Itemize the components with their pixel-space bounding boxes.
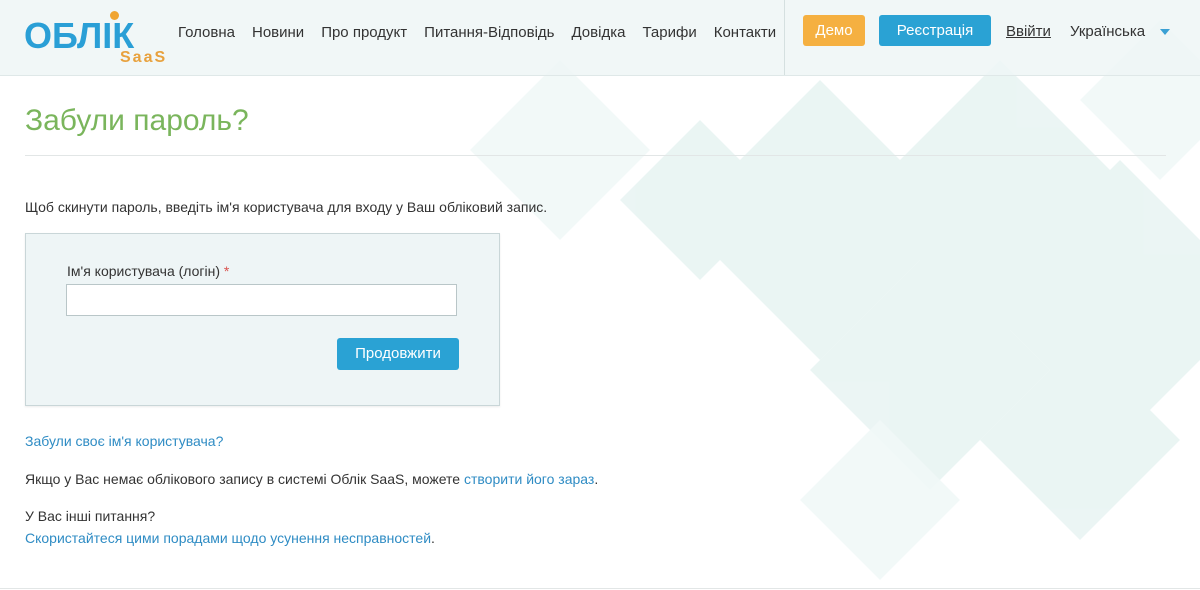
chevron-down-icon[interactable] — [1160, 29, 1170, 35]
main-nav: Головна Новини Про продукт Питання-Відпо… — [178, 24, 793, 41]
header-divider — [784, 0, 785, 75]
intro-text: Щоб скинути пароль, введіть ім'я користу… — [25, 199, 548, 215]
nav-item-news[interactable]: Новини — [252, 24, 304, 41]
troubleshooting-tips-link[interactable]: Скористайтеся цими порадами щодо усуненн… — [25, 530, 431, 546]
logo-main-text: ОБЛІК — [24, 15, 135, 56]
nav-item-contacts[interactable]: Контакти — [714, 24, 776, 41]
username-input[interactable] — [66, 284, 457, 316]
title-divider — [25, 155, 1166, 156]
nav-item-home[interactable]: Головна — [178, 24, 235, 41]
logo-sub-text: SaaS — [120, 49, 168, 66]
other-questions-text: У Вас інші питання? — [25, 508, 156, 524]
tips-suffix: . — [431, 530, 435, 546]
top-header: ОБЛІК SaaS Головна Новини Про продукт Пи… — [0, 0, 1200, 76]
create-account-link[interactable]: створити його зараз — [464, 471, 594, 487]
forgot-username-link[interactable]: Забули своє ім'я користувача? — [25, 433, 223, 449]
nav-item-help[interactable]: Довідка — [571, 24, 625, 41]
page-title: Забули пароль? — [25, 104, 249, 137]
nav-item-faq[interactable]: Питання-Відповідь — [424, 24, 554, 41]
register-button[interactable]: Реєстрація — [879, 15, 991, 46]
tips-line: Скористайтеся цими порадами щодо усуненн… — [25, 530, 435, 546]
language-selector[interactable]: Українська — [1070, 23, 1145, 40]
main-content: Забули пароль? Щоб скинути пароль, введі… — [0, 0, 1200, 590]
no-account-suffix: . — [594, 471, 599, 487]
required-mark: * — [223, 263, 230, 279]
nav-item-about[interactable]: Про продукт — [321, 24, 407, 41]
continue-button[interactable]: Продовжити — [337, 338, 459, 370]
no-account-prefix: Якщо у Вас немає облікового запису в сис… — [25, 471, 464, 487]
logo-dot-icon — [110, 11, 119, 20]
reset-form: Ім'я користувача (логін) * Продовжити — [25, 233, 500, 406]
nav-item-pricing[interactable]: Тарифи — [642, 24, 696, 41]
no-account-text: Якщо у Вас немає облікового запису в сис… — [25, 471, 598, 487]
username-label-text: Ім'я користувача (логін) — [67, 263, 221, 279]
logo[interactable]: ОБЛІК SaaS — [24, 10, 174, 68]
footer-divider — [0, 588, 1200, 589]
username-label: Ім'я користувача (логін) * — [67, 263, 229, 279]
demo-button[interactable]: Демо — [803, 15, 865, 46]
login-link[interactable]: Ввійти — [1006, 23, 1051, 40]
